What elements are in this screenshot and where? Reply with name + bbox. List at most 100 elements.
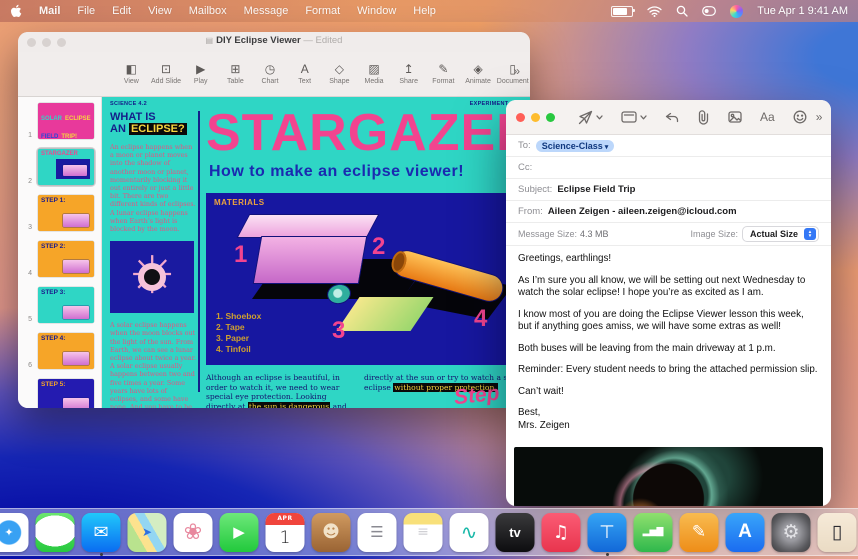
pages-icon: ✎	[680, 513, 719, 552]
slide-thumbnail-7[interactable]: STEP 5:	[38, 379, 94, 408]
animate-icon: ◈	[461, 63, 496, 76]
toolbar-text-button[interactable]: AText	[287, 63, 322, 85]
menu-bar: Mail File Edit View Mailbox Message Form…	[0, 0, 858, 22]
dock-item-contacts[interactable]: ☻	[312, 513, 351, 552]
menu-mailbox[interactable]: Mailbox	[189, 5, 227, 17]
eclipse-photo-attachment[interactable]	[514, 447, 823, 506]
battery-icon[interactable]	[611, 6, 633, 17]
format-button[interactable]: Aa	[760, 110, 775, 124]
menu-message[interactable]: Message	[244, 5, 289, 17]
message-body[interactable]: Greetings, earthlings!As I’m sure you al…	[506, 246, 831, 445]
dock-item-safari[interactable]: ✦	[0, 513, 29, 552]
eclipse-paragraph-1: An eclipse happens when a moon or planet…	[110, 143, 196, 233]
dock-item-reminders[interactable]: ☰	[358, 513, 397, 552]
minimize-button[interactable]	[531, 113, 540, 122]
dock-item-system-settings[interactable]: ⚙	[772, 513, 811, 552]
toolbar-format-button[interactable]: ✎Format	[426, 63, 461, 85]
material-item: 4. Tinfoil	[216, 344, 261, 355]
menu-window[interactable]: Window	[357, 5, 396, 17]
body-paragraph: I know most of you are doing the Eclipse…	[518, 309, 819, 334]
attach-button[interactable]	[697, 110, 710, 125]
dock-item-photos[interactable]: ❀	[174, 513, 213, 552]
menu-view[interactable]: View	[148, 5, 172, 17]
mail-icon: ✉	[82, 513, 121, 552]
toolbar-add-slide-button[interactable]: ⊡Add Slide	[149, 63, 184, 85]
menu-file[interactable]: File	[77, 5, 95, 17]
dock-item-iphone-mirroring[interactable]: ▯	[818, 513, 857, 552]
recipient-token[interactable]: Science-Class▾	[536, 140, 615, 152]
search-icon[interactable]	[676, 5, 688, 17]
header-fields-button[interactable]	[621, 111, 647, 123]
dock-item-app-store[interactable]: A	[726, 513, 765, 552]
keynote-title-bar[interactable]: ▤DIY Eclipse Viewer — Edited	[18, 32, 530, 52]
toolbar-overflow-icon[interactable]: »	[816, 110, 823, 124]
what-is-heading: WHAT IS AN ECLIPSE?	[110, 111, 196, 135]
toolbar-play-button[interactable]: ▶Play	[183, 63, 218, 85]
dock-item-notes[interactable]: ≡	[404, 513, 443, 552]
slide-number: 4	[20, 270, 32, 277]
material-item: 2. Tape	[216, 322, 261, 333]
shoebox-lid-illustration	[238, 215, 378, 237]
siri-icon[interactable]	[730, 5, 743, 18]
dock-item-music[interactable]: ♫	[542, 513, 581, 552]
slide-thumbnail-1[interactable]: SOLARECLIPSEFIELDTRIP!	[38, 103, 94, 139]
dock-item-freeform[interactable]: ∿	[450, 513, 489, 552]
toolbar-table-button[interactable]: ⊞Table	[218, 63, 253, 85]
cc-field[interactable]: Cc:	[506, 157, 831, 179]
column-divider	[198, 111, 200, 392]
dock-item-numbers[interactable]: ▂▅▇	[634, 513, 673, 552]
body-paragraph: Reminder: Every student needs to bring t…	[518, 364, 819, 377]
toolbar-view-button[interactable]: ◧View	[114, 63, 149, 85]
dock-item-keynote[interactable]: ⊤	[588, 513, 627, 552]
slide-thumbnail-6[interactable]: STEP 4:	[38, 333, 94, 369]
toolbar-shape-button[interactable]: ◇Shape	[322, 63, 357, 85]
control-center-icon[interactable]	[702, 6, 716, 16]
apple-menu-icon[interactable]	[10, 4, 22, 18]
toolbar-overflow-icon[interactable]: »	[513, 64, 520, 78]
slide-canvas[interactable]: SCIENCE 4.2 EXPERIMENT #11 WHAT IS AN EC…	[102, 97, 530, 408]
dock-item-calendar[interactable]: APR1	[266, 513, 305, 552]
wifi-icon[interactable]	[647, 6, 662, 17]
menu-edit[interactable]: Edit	[112, 5, 131, 17]
chevron-down-icon[interactable]	[640, 115, 647, 120]
to-field[interactable]: To: Science-Class▾	[506, 135, 831, 157]
running-indicator	[100, 553, 103, 556]
reminders-icon: ☰	[358, 513, 397, 552]
menu-app-name[interactable]: Mail	[39, 5, 60, 17]
toolbar-media-button[interactable]: ▨Media	[357, 63, 392, 85]
material-number-3: 3	[332, 317, 345, 345]
dock-item-apple-tv[interactable]: tv	[496, 513, 535, 552]
table-icon: ⊞	[218, 63, 253, 76]
toolbar-chart-button[interactable]: ◷Chart	[253, 63, 288, 85]
subject-field[interactable]: Subject: Eclipse Field Trip	[506, 179, 831, 201]
close-button[interactable]	[516, 113, 525, 122]
slide-thumbnail-2[interactable]: STARGAZER	[38, 149, 94, 185]
apple-tv-icon: tv	[496, 513, 535, 552]
dock-item-pages[interactable]: ✎	[680, 513, 719, 552]
image-size-select[interactable]: Actual Size ▲▼	[742, 226, 819, 242]
dock-item-mail[interactable]: ✉	[82, 513, 121, 552]
chevron-down-icon[interactable]	[596, 115, 603, 120]
toolbar-animate-button[interactable]: ◈Animate	[461, 63, 496, 85]
reply-indent-button[interactable]	[665, 112, 679, 123]
from-field[interactable]: From: Aileen Zeigen - aileen.zeigen@iclo…	[506, 201, 831, 223]
photos-icon: ❀	[174, 513, 213, 552]
toolbar-share-button[interactable]: ↥Share	[391, 63, 426, 85]
material-item: 3. Paper	[216, 333, 261, 344]
dock-item-maps[interactable]: ➤	[128, 513, 167, 552]
eclipse-paragraph-2: A solar eclipse happens when the moon bl…	[110, 321, 196, 408]
slide-thumbnail-4[interactable]: STEP 2:	[38, 241, 94, 277]
menu-bar-clock[interactable]: Tue Apr 1 9:41 AM	[757, 5, 848, 17]
slide-thumbnail-3[interactable]: STEP 1:	[38, 195, 94, 231]
materials-panel: MATERIALS 1 2 3 4 1. Shoebox2. Tape3. Pa…	[206, 193, 506, 365]
menu-help[interactable]: Help	[413, 5, 436, 17]
slide-thumbnail-5[interactable]: STEP 3:	[38, 287, 94, 323]
dock-item-facetime[interactable]: ▶	[220, 513, 259, 552]
zoom-button[interactable]	[546, 113, 555, 122]
insert-photo-button[interactable]	[728, 111, 742, 123]
send-button[interactable]	[578, 110, 603, 125]
system-settings-icon: ⚙	[772, 513, 811, 552]
menu-format[interactable]: Format	[305, 5, 340, 17]
emoji-button[interactable]	[793, 110, 807, 124]
dock-item-messages[interactable]	[36, 513, 75, 552]
